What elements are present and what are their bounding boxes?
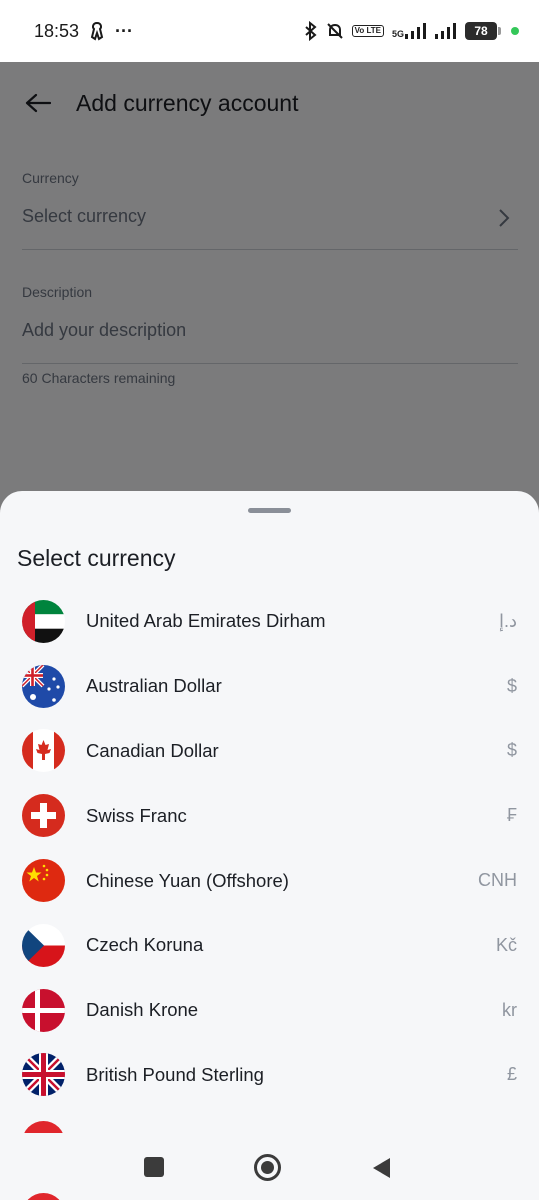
currency-symbol: $ bbox=[506, 675, 517, 696]
currency-name: Canadian Dollar bbox=[86, 739, 219, 761]
canada-flag-icon bbox=[22, 729, 65, 773]
currency-row-aud[interactable]: Australian Dollar $ bbox=[0, 654, 539, 719]
czech-flag-icon bbox=[22, 923, 65, 967]
australia-flag-icon bbox=[22, 664, 65, 708]
system-nav-bar bbox=[0, 1133, 539, 1200]
currency-row-aed[interactable]: United Arab Emirates Dirham د.إ bbox=[0, 589, 539, 654]
currency-symbol: د.إ bbox=[498, 610, 517, 631]
currency-symbol: CNH bbox=[478, 870, 517, 891]
currency-row-dkk[interactable]: Danish Krone kr bbox=[0, 978, 539, 1043]
mute-bell-icon bbox=[326, 22, 344, 40]
recent-apps-icon[interactable] bbox=[144, 1157, 164, 1177]
home-icon[interactable] bbox=[254, 1154, 281, 1181]
currency-symbol: Kč bbox=[495, 934, 517, 955]
currency-name: Australian Dollar bbox=[86, 675, 222, 697]
uk-flag-icon bbox=[22, 1053, 65, 1097]
more-notifications-icon: ··· bbox=[115, 20, 134, 41]
currency-symbol: kr bbox=[502, 999, 517, 1020]
signal-5g-icon: 5G bbox=[392, 23, 427, 39]
back-triangle-icon[interactable] bbox=[372, 1157, 392, 1184]
status-time: 18:53 bbox=[34, 20, 80, 41]
currency-row-cad[interactable]: Canadian Dollar $ bbox=[0, 719, 539, 784]
currency-row-czk[interactable]: Czech Koruna Kč bbox=[0, 913, 539, 978]
currency-row-cnh[interactable]: Chinese Yuan (Offshore) CNH bbox=[0, 848, 539, 913]
currency-name: Swiss Franc bbox=[86, 804, 187, 826]
vpn-key-icon bbox=[89, 21, 105, 41]
switzerland-flag-icon bbox=[22, 794, 65, 838]
currency-symbol: ₣ bbox=[506, 805, 517, 826]
signal-icon bbox=[435, 23, 457, 39]
status-bar: 18:53 ··· Vo LTE 5G 78 bbox=[0, 0, 539, 62]
bluetooth-icon bbox=[304, 21, 318, 41]
sheet-title: Select currency bbox=[17, 545, 176, 571]
china-flag-icon bbox=[22, 859, 65, 903]
currency-name: Czech Koruna bbox=[86, 934, 204, 956]
currency-name: Chinese Yuan (Offshore) bbox=[86, 869, 289, 891]
currency-list: United Arab Emirates Dirham د.إ Australi… bbox=[0, 589, 539, 1107]
currency-row-gbp[interactable]: British Pound Sterling £ bbox=[0, 1043, 539, 1108]
currency-symbol: $ bbox=[506, 740, 517, 761]
currency-symbol: £ bbox=[506, 1064, 517, 1085]
privacy-indicator-dot bbox=[511, 27, 519, 35]
uae-flag-icon bbox=[22, 599, 65, 643]
battery-icon: 78 bbox=[465, 22, 501, 40]
currency-row-chf[interactable]: Swiss Franc ₣ bbox=[0, 783, 539, 848]
denmark-flag-icon bbox=[22, 988, 65, 1032]
currency-name: British Pound Sterling bbox=[86, 1063, 264, 1085]
currency-name: Danish Krone bbox=[86, 999, 199, 1021]
drag-handle[interactable] bbox=[248, 508, 291, 513]
currency-bottom-sheet: Select currency United Arab Emirates Dir… bbox=[0, 491, 539, 1200]
currency-name: United Arab Emirates Dirham bbox=[86, 610, 326, 632]
volte-icon: Vo LTE bbox=[351, 25, 384, 37]
